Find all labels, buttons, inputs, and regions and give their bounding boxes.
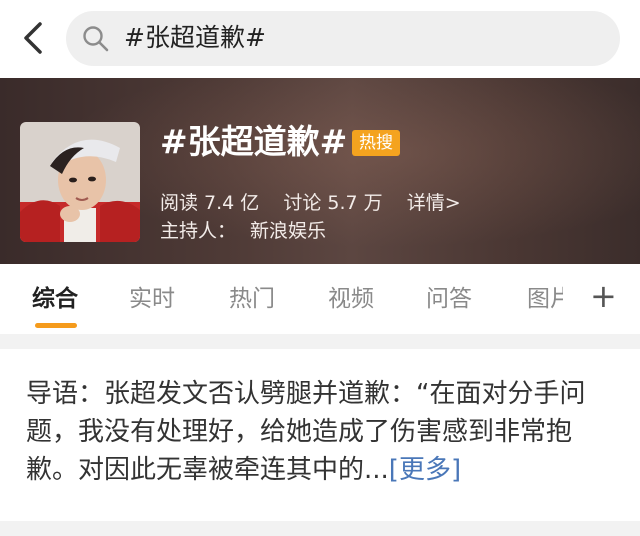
avatar-image bbox=[20, 122, 140, 242]
search-icon bbox=[83, 26, 109, 52]
tab-popular[interactable]: 热门 bbox=[229, 284, 275, 314]
lead-text: 导语：张超发文否认劈腿并道歉：“在面对分手问题，我没有处理好，给她造成了伤害感到… bbox=[26, 379, 586, 485]
details-link[interactable]: 详情> bbox=[407, 192, 461, 214]
discussion-count: 讨论 5.7 万 bbox=[283, 192, 383, 214]
chevron-left-icon bbox=[24, 22, 42, 54]
host-name[interactable]: 新浪娱乐 bbox=[250, 220, 326, 242]
topic-lead: 导语：张超发文否认劈腿并道歉：“在面对分手问题，我没有处理好，给她造成了伤害感到… bbox=[0, 349, 640, 521]
host-label: 主持人： bbox=[160, 220, 237, 242]
lead-paragraph: 导语：张超发文否认劈腿并道歉：“在面对分手问题，我没有处理好，给她造成了伤害感到… bbox=[26, 375, 620, 489]
hot-badge: 热搜 bbox=[352, 130, 400, 156]
back-button[interactable] bbox=[14, 16, 54, 60]
tab-images[interactable]: 图片 bbox=[527, 284, 563, 314]
read-count: 阅读 7.4 亿 bbox=[160, 192, 260, 214]
add-tab-icon[interactable]: + bbox=[590, 278, 617, 314]
tab-video[interactable]: 视频 bbox=[328, 284, 374, 314]
tab-bar: 综合 实时 热门 视频 问答 图片 + bbox=[0, 264, 640, 334]
topic-avatar[interactable] bbox=[20, 122, 140, 242]
search-input[interactable]: #张超道歉# bbox=[66, 11, 620, 66]
active-tab-indicator bbox=[35, 323, 77, 328]
top-bar: #张超道歉# bbox=[0, 0, 640, 78]
search-query: #张超道歉# bbox=[124, 23, 266, 52]
topic-title: #张超道歉# bbox=[160, 122, 348, 161]
tab-realtime[interactable]: 实时 bbox=[129, 284, 175, 314]
topic-stats: 阅读 7.4 亿 讨论 5.7 万 详情> bbox=[160, 190, 479, 216]
more-link[interactable]: [更多] bbox=[389, 455, 461, 485]
tab-qa[interactable]: 问答 bbox=[426, 284, 472, 314]
topic-banner: #张超道歉# 热搜 阅读 7.4 亿 讨论 5.7 万 详情> 主持人： 新浪娱乐 bbox=[0, 78, 640, 264]
topic-host: 主持人： 新浪娱乐 bbox=[160, 218, 326, 244]
tab-comprehensive[interactable]: 综合 bbox=[32, 284, 78, 314]
